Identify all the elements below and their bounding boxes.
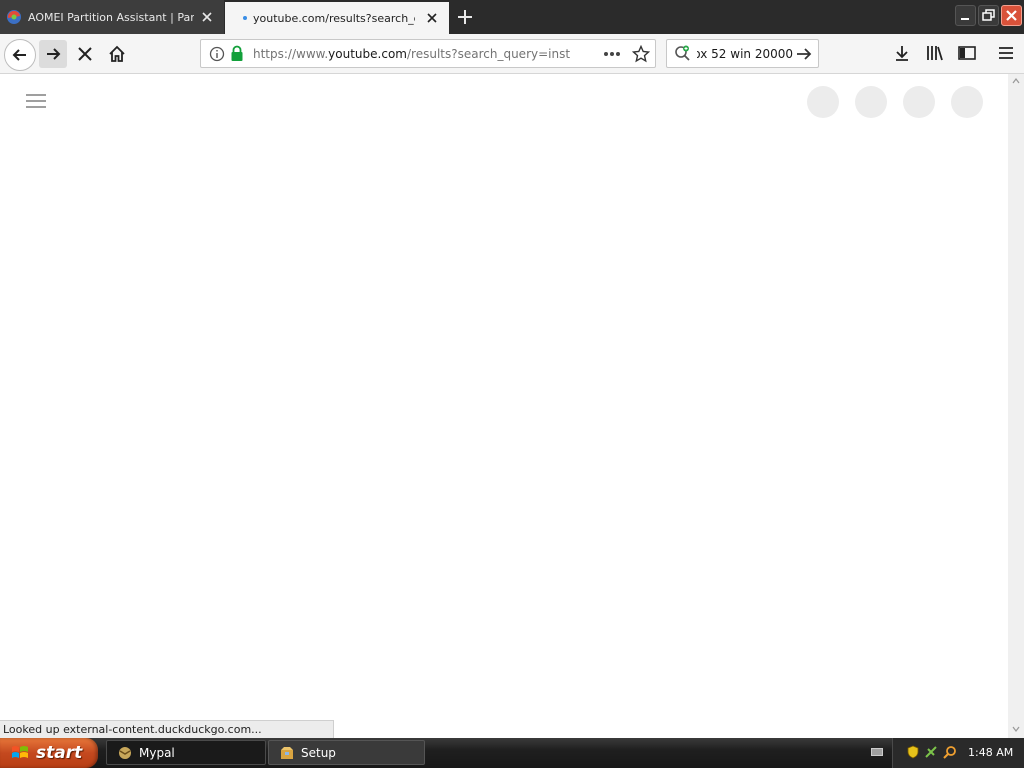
new-tab-icon[interactable] <box>454 6 476 28</box>
tab-youtube[interactable]: youtube.com/results?search_query <box>225 2 449 34</box>
info-icon[interactable] <box>209 46 225 62</box>
keyboard-icon[interactable] <box>870 745 884 759</box>
placeholder-circle <box>807 86 839 118</box>
url-host: youtube.com <box>328 47 407 61</box>
library-icon[interactable] <box>925 43 945 63</box>
setup-icon <box>281 746 293 759</box>
bookmark-star-icon[interactable] <box>632 45 650 63</box>
tab-title: youtube.com/results?search_query <box>253 11 415 25</box>
home-button[interactable] <box>103 40 131 68</box>
close-window-button[interactable] <box>1001 5 1022 26</box>
aomei-favicon-icon <box>7 10 21 24</box>
url-path: /results?search_query=instr <box>406 47 571 61</box>
loading-dot-icon <box>243 16 247 20</box>
vertical-scrollbar[interactable] <box>1008 74 1024 738</box>
page-content <box>0 74 1008 738</box>
minimize-icon <box>961 18 969 20</box>
taskbar-item-mypal[interactable]: Mypal <box>106 740 266 765</box>
scroll-up-icon[interactable] <box>1012 78 1020 84</box>
downloads-icon[interactable] <box>892 43 912 63</box>
restore-icon <box>982 9 995 21</box>
placeholder-circle <box>903 86 935 118</box>
shield-icon[interactable] <box>906 745 920 759</box>
placeholder-circle <box>951 86 983 118</box>
search-go-icon[interactable] <box>795 46 813 62</box>
page-actions-icon[interactable] <box>603 51 621 57</box>
start-label: start <box>36 743 83 763</box>
navigation-toolbar: https://www.youtube.com/results?search_q… <box>0 34 1024 74</box>
windows-logo-icon <box>12 746 28 758</box>
search-icon[interactable] <box>674 45 692 63</box>
home-icon <box>109 45 125 62</box>
forward-button[interactable] <box>39 40 67 68</box>
tab-strip: AOMEI Partition Assistant | Partition yo… <box>0 0 1024 34</box>
scroll-down-icon[interactable] <box>1012 726 1020 732</box>
status-bar: Looked up external-content.duckduckgo.co… <box>0 720 334 738</box>
restore-button[interactable] <box>978 5 999 26</box>
mypal-icon <box>119 746 131 759</box>
close-tab-icon[interactable] <box>200 10 214 24</box>
search-input[interactable]: ox 52 win 20000 <box>697 47 793 61</box>
forward-arrow-icon <box>47 48 61 60</box>
search-tray-icon[interactable] <box>943 745 957 759</box>
close-icon <box>1006 10 1017 21</box>
taskbar-item-setup[interactable]: Setup <box>268 740 425 765</box>
lock-icon[interactable] <box>230 45 244 62</box>
tab-title: AOMEI Partition Assistant | Partition <box>28 10 194 24</box>
taskbar-item-label: Setup <box>301 745 336 760</box>
tab-aomei[interactable]: AOMEI Partition Assistant | Partition <box>0 0 224 34</box>
search-bar[interactable]: ox 52 win 20000 <box>666 39 819 68</box>
url-prefix: https://www. <box>253 47 329 61</box>
taskbar-item-label: Mypal <box>139 745 175 760</box>
stop-button[interactable] <box>71 40 99 68</box>
back-arrow-icon <box>12 49 26 61</box>
back-button[interactable] <box>4 39 36 71</box>
clock[interactable]: 1:48 AM <box>968 746 1013 759</box>
url-text[interactable]: https://www.youtube.com/results?search_q… <box>253 47 571 61</box>
close-tab-icon[interactable] <box>425 11 439 25</box>
taskbar: start Mypal Setup 1:48 AM <box>0 738 1024 768</box>
guide-menu-icon[interactable] <box>26 94 46 108</box>
url-bar[interactable]: https://www.youtube.com/results?search_q… <box>200 39 656 68</box>
start-button[interactable]: start <box>0 738 98 768</box>
stop-icon <box>78 47 92 61</box>
network-icon[interactable] <box>924 745 938 759</box>
sidebar-icon[interactable] <box>957 43 977 63</box>
placeholder-circle <box>855 86 887 118</box>
minimize-button[interactable] <box>955 5 976 26</box>
menu-icon[interactable] <box>996 43 1016 63</box>
